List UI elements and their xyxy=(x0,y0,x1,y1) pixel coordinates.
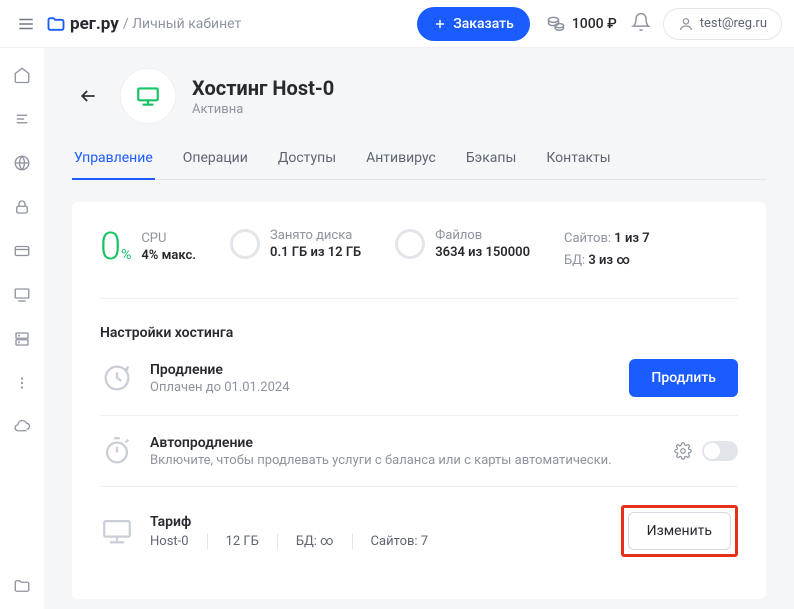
breadcrumb: / Личный кабинет xyxy=(123,16,241,32)
stat-disk: Занято диска 0.1 ГБ из 12 ГБ xyxy=(230,228,361,260)
more-icon[interactable] xyxy=(13,374,31,392)
autorenew-title: Автопродление xyxy=(150,435,674,451)
order-button[interactable]: Заказать xyxy=(417,7,530,41)
cpu-value: 0 xyxy=(100,225,121,269)
folder-icon xyxy=(46,14,66,34)
cloud-icon[interactable] xyxy=(13,418,31,436)
cpu-max: 4% макс. xyxy=(141,248,196,263)
files-label: Файлов xyxy=(435,228,530,243)
clock-refresh-icon xyxy=(100,361,134,395)
files-ring-icon xyxy=(395,229,425,259)
sites-value: 1 из 7 xyxy=(614,231,649,246)
card-icon[interactable] xyxy=(13,242,31,260)
monitor-icon[interactable] xyxy=(13,286,31,304)
logo[interactable]: рег.ру xyxy=(46,14,119,34)
hamburger-menu[interactable] xyxy=(12,10,40,38)
bell-icon xyxy=(631,12,651,32)
back-button[interactable] xyxy=(72,80,104,112)
stat-cpu: 0% CPU 4% макс. xyxy=(100,228,196,266)
hosting-icon xyxy=(135,83,161,109)
user-menu[interactable]: test@reg.ru xyxy=(663,8,782,40)
order-label: Заказать xyxy=(453,16,514,32)
user-email: test@reg.ru xyxy=(700,16,767,31)
gear-icon[interactable] xyxy=(674,442,692,460)
renew-button[interactable]: Продлить xyxy=(629,359,738,397)
user-icon xyxy=(678,16,694,32)
renew-sub: Оплачен до 01.01.2024 xyxy=(150,380,629,395)
notifications-button[interactable] xyxy=(631,12,651,36)
tab-contacts[interactable]: Контакты xyxy=(544,150,612,179)
tabs: Управление Операции Доступы Антивирус Бэ… xyxy=(72,150,766,180)
balance[interactable]: 1000 ₽ xyxy=(546,14,617,34)
lock-icon[interactable] xyxy=(13,198,31,216)
tariff-disk: 12 ГБ xyxy=(207,534,277,549)
files-value: 3634 из 150000 xyxy=(435,245,530,260)
settings-heading: Настройки хостинга xyxy=(100,325,738,341)
autorenew-sub: Включите, чтобы продлевать услуги с бала… xyxy=(150,453,674,468)
tab-backups[interactable]: Бэкапы xyxy=(464,150,519,179)
setting-autorenew: Автопродление Включите, чтобы продлевать… xyxy=(100,416,738,487)
tab-management[interactable]: Управление xyxy=(72,150,155,180)
tariff-title: Тариф xyxy=(150,514,621,530)
logo-text: рег.ру xyxy=(70,14,119,34)
change-tariff-button[interactable]: Изменить xyxy=(628,512,731,550)
home-icon[interactable] xyxy=(13,66,31,84)
tab-operations[interactable]: Операции xyxy=(181,150,250,179)
sites-key: Сайтов: xyxy=(564,231,611,246)
renew-title: Продление xyxy=(150,362,629,378)
tariff-db: БД: ∞ xyxy=(277,534,352,549)
cpu-label: CPU xyxy=(141,231,196,246)
main-content: Хостинг Host-0 Активна Управление Операц… xyxy=(44,48,794,609)
stat-sites-db: Сайтов: 1 из 7 БД: 3 из ∞ xyxy=(564,228,650,272)
disk-label: Занято диска xyxy=(270,228,361,243)
plus-icon xyxy=(433,17,447,31)
disk-value: 0.1 ГБ из 12 ГБ xyxy=(270,245,361,260)
cpu-unit: % xyxy=(121,247,131,263)
server-icon[interactable] xyxy=(13,330,31,348)
tariff-sites: Сайтов: 7 xyxy=(352,534,447,549)
status-label: Активна xyxy=(192,102,334,117)
stopwatch-icon xyxy=(100,434,134,468)
page-title: Хостинг Host-0 xyxy=(192,76,334,100)
balance-amount: 1000 ₽ xyxy=(572,16,617,32)
autorenew-toggle[interactable] xyxy=(702,441,738,461)
folder-open-icon[interactable] xyxy=(13,577,31,595)
sidebar xyxy=(0,48,44,609)
list-icon[interactable] xyxy=(13,110,31,128)
service-icon-circle xyxy=(120,68,176,124)
topbar: рег.ру / Личный кабинет Заказать 1000 ₽ … xyxy=(0,0,794,48)
stat-files: Файлов 3634 из 150000 xyxy=(395,228,530,260)
globe-icon[interactable] xyxy=(13,154,31,172)
tab-access[interactable]: Доступы xyxy=(276,150,338,179)
setting-renew: Продление Оплачен до 01.01.2024 Продлить xyxy=(100,341,738,416)
tab-antivirus[interactable]: Антивирус xyxy=(364,150,438,179)
disk-ring-icon xyxy=(230,229,260,259)
setting-tariff: Тариф Host-0 12 ГБ БД: ∞ Сайтов: 7 Измен… xyxy=(100,487,738,575)
stats-row: 0% CPU 4% макс. Занято диска 0.1 ГБ из 1… xyxy=(100,228,738,299)
content-card: 0% CPU 4% макс. Занято диска 0.1 ГБ из 1… xyxy=(72,202,766,599)
page-header: Хостинг Host-0 Активна xyxy=(72,68,766,124)
coins-icon xyxy=(546,14,566,34)
tariff-meta: Host-0 12 ГБ БД: ∞ Сайтов: 7 xyxy=(150,534,621,549)
tariff-button-highlight: Изменить xyxy=(621,505,738,557)
tariff-monitor-icon xyxy=(100,514,134,548)
db-key: БД: xyxy=(564,253,585,268)
db-value: 3 из ∞ xyxy=(588,253,630,268)
tariff-name: Host-0 xyxy=(150,534,207,549)
